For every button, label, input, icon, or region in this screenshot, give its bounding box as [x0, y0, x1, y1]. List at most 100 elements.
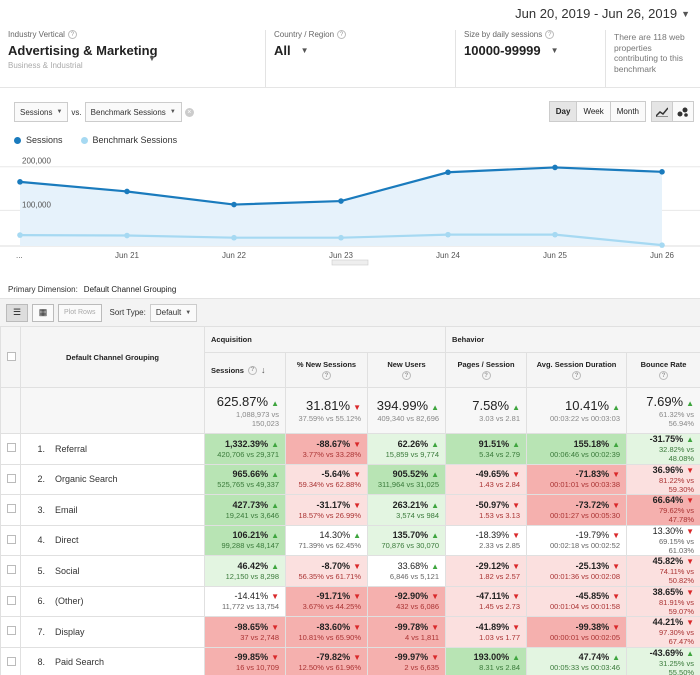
row-index: 5. [37, 565, 45, 576]
row-checkbox[interactable] [7, 656, 16, 666]
chevron-down-icon: ▼ [185, 309, 192, 316]
help-icon[interactable]: ? [481, 371, 491, 380]
arrow-down-icon: ▼ [353, 500, 361, 510]
totals-spacer [20, 387, 205, 434]
date-range-picker[interactable]: Jun 20, 2019 - Jun 26, 2019 ▼ [515, 6, 690, 21]
line-chart-icon[interactable] [651, 101, 673, 122]
plot-rows-button[interactable]: Plot Rows [58, 303, 102, 322]
benchmark-note: There are 118 web properties contributin… [605, 30, 700, 88]
row-checkbox[interactable] [7, 595, 16, 605]
metric-select-compare[interactable]: Benchmark Sessions ▼ [84, 102, 182, 122]
column-header-bounce-rate[interactable]: Bounce Rate? [626, 352, 700, 388]
help-icon[interactable]: ? [572, 371, 582, 380]
help-icon[interactable]: ? [67, 30, 77, 39]
channel-link[interactable]: Paid Search [55, 657, 104, 667]
column-header-pct-new-sessions[interactable]: % New Sessions? [285, 352, 368, 388]
channel-link[interactable]: Display [55, 627, 85, 637]
row-checkbox[interactable] [7, 534, 16, 544]
cell-pct: -79.82% [316, 652, 351, 663]
row-checkbox[interactable] [7, 626, 16, 636]
cell-bounce-rate: 13.30% ▼ 69.15% vs 61.03% [626, 524, 700, 556]
channel-link[interactable]: Referral [55, 444, 87, 454]
arrow-down-icon: ▼ [612, 500, 621, 510]
arrow-up-icon: ▲ [612, 439, 621, 449]
industry-vertical-filter[interactable]: Industry Vertical? Advertising & Marketi… [0, 30, 265, 88]
row-checkbox-cell [0, 616, 21, 648]
row-checkbox[interactable] [7, 504, 16, 514]
row-dimension: 7. Display [20, 616, 205, 648]
cell-compare: 71.39% vs 62.45% [298, 541, 361, 551]
sessions-area [20, 167, 662, 246]
cell-sessions: 965.66% ▲ 525,765 vs 49,337 [204, 463, 286, 495]
cell-compare: 19,241 vs 3,646 [225, 510, 279, 520]
help-icon[interactable]: ? [337, 30, 347, 39]
total-compare: 61.32% vs 56.94% [659, 409, 695, 428]
column-header-pages-per-session[interactable]: Pages / Session? [445, 352, 528, 388]
row-checkbox[interactable] [7, 443, 16, 453]
cell-pct: -19.79% [575, 530, 610, 541]
sort-type-select[interactable]: Default ▼ [149, 303, 198, 322]
select-all-checkbox[interactable] [7, 351, 16, 361]
dimension-header[interactable]: Default Channel Grouping [20, 326, 205, 388]
period-month-button[interactable]: Month [609, 101, 646, 122]
data-point [445, 231, 451, 238]
help-icon[interactable]: ? [545, 30, 555, 39]
legend-item-benchmark[interactable]: Benchmark Sessions [80, 135, 178, 145]
help-icon[interactable]: ? [659, 371, 669, 380]
chart-collapse-handle[interactable] [331, 259, 369, 266]
help-icon[interactable]: ? [402, 371, 412, 380]
legend-item-sessions[interactable]: Sessions [14, 135, 63, 145]
row-checkbox[interactable] [7, 473, 16, 483]
period-week-button[interactable]: Week [576, 101, 611, 122]
metric-select-primary[interactable]: Sessions ▼ [14, 102, 69, 122]
arrow-down-icon: ▼ [612, 592, 621, 602]
totals-spacer [0, 387, 21, 434]
cell-compare: 99,288 vs 48,147 [221, 541, 279, 551]
arrow-down-icon: ▼ [686, 587, 695, 597]
legend-label: Benchmark Sessions [92, 135, 178, 145]
chevron-down-icon[interactable]: ▼ [148, 54, 156, 63]
column-header-sessions[interactable]: Sessions? ↓ [204, 352, 286, 388]
cell-compare: 2.33 vs 2.85 [479, 541, 521, 551]
cell-sessions: 1,332.39% ▲ 420,706 vs 29,371 [204, 433, 286, 465]
cell-compare: 81.22% vs 59.30% [659, 475, 695, 494]
column-header-label: Pages / Session [457, 360, 515, 369]
total-avg-session-duration: 10.41% ▲ 00:03:22 vs 00:03:03 [526, 387, 628, 434]
total-pages-per-session: 7.58% ▲ 3.03 vs 2.81 [445, 387, 528, 434]
cell-compare: 00:00:01 vs 00:02:05 [549, 632, 621, 642]
arrow-down-icon: ▼ [353, 403, 361, 412]
cell-new-users: -99.78% ▼ 4 vs 1,811 [366, 616, 447, 648]
cell-pct: -31.17% [316, 499, 351, 510]
total-pct: 10.41% [565, 398, 610, 413]
arrow-down-icon: ▼ [612, 470, 621, 480]
table-view-icon[interactable]: ☰ [6, 303, 28, 322]
channel-link[interactable]: Social [55, 566, 80, 576]
column-header-new-users[interactable]: New Users? [366, 352, 447, 388]
help-icon[interactable]: ? [322, 371, 331, 380]
row-checkbox[interactable] [7, 565, 16, 575]
cell-compare: 00:01:04 vs 00:01:58 [549, 602, 621, 612]
sort-desc-icon[interactable]: ↓ [261, 365, 266, 375]
y-tick-label: 100,000 [22, 200, 51, 209]
size-filter[interactable]: Size by daily sessions? 10000-99999 ▼ [455, 30, 605, 88]
pivot-view-icon[interactable]: ▦ [32, 303, 54, 322]
country-region-filter[interactable]: Country / Region? All ▼ [265, 30, 455, 88]
channel-link[interactable]: Organic Search [55, 474, 118, 484]
channel-link[interactable]: Email [55, 505, 78, 515]
motion-chart-icon[interactable] [672, 101, 694, 122]
cell-pct-new-sessions: -88.67% ▼ 3.77% vs 33.28% [285, 433, 368, 465]
cell-compare: 1.53 vs 3.13 [479, 510, 521, 520]
channel-link[interactable]: Direct [55, 535, 79, 545]
primary-dimension-label: Primary Dimension: [8, 285, 78, 294]
sessions-line-chart[interactable]: 200,000 100,000... Jun 21 Jun 22 Jun 23 Jun 2… [0, 150, 700, 268]
remove-compare-icon[interactable]: × [184, 107, 194, 117]
cell-pct: -50.97% [475, 499, 510, 510]
cell-compare: 2 vs 6,635 [404, 663, 440, 673]
column-header-avg-session-duration[interactable]: Avg. Session Duration? [526, 352, 628, 388]
primary-dimension-value[interactable]: Default Channel Grouping [84, 285, 177, 294]
row-dimension: 4. Direct [20, 524, 205, 556]
period-day-button[interactable]: Day [548, 101, 578, 122]
help-icon[interactable]: ? [247, 365, 257, 375]
cell-compare: 1.45 vs 2.73 [479, 602, 521, 612]
channel-link[interactable]: (Other) [55, 596, 84, 606]
